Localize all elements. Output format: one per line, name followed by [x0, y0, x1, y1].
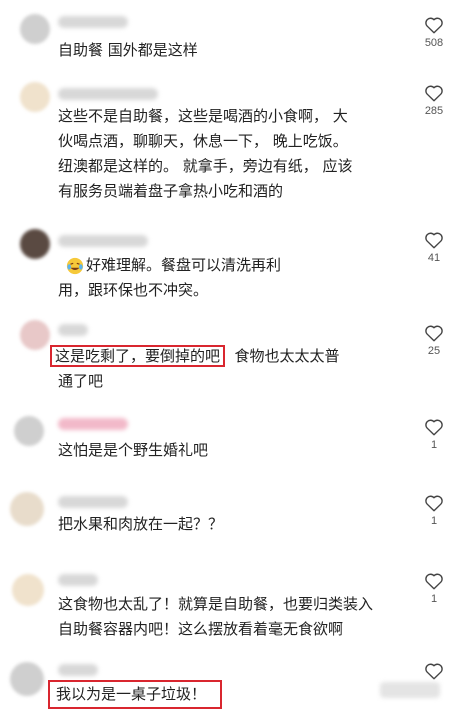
username-blurred[interactable]	[58, 664, 98, 676]
comment-1: 自助餐 国外都是这样 508	[0, 0, 455, 75]
like-button[interactable]: 1	[414, 494, 454, 527]
comment-text: 这怕是是个野生婚礼吧	[58, 441, 209, 459]
username-blurred[interactable]	[58, 324, 88, 336]
heart-outline-icon	[425, 85, 443, 102]
avatar[interactable]	[10, 662, 44, 696]
comment-5: 这怕是是个野生婚礼吧 1	[0, 412, 455, 482]
avatar[interactable]	[20, 229, 50, 259]
like-count: 41	[427, 252, 441, 264]
comment-text: 这是吃剩了，要倒掉的吧 食物也太太太普 通了吧	[50, 344, 410, 394]
like-count: 25	[427, 345, 441, 357]
heart-outline-icon	[425, 17, 443, 34]
comment-text: 自助餐 国外都是这样	[58, 41, 198, 59]
avatar[interactable]	[12, 574, 44, 606]
comment-text: 好难理解。餐盘可以清洗再利 用，跟环保也不冲突。	[58, 256, 282, 299]
heart-outline-icon	[425, 495, 443, 512]
comment-4: 这是吃剩了，要倒掉的吧 食物也太太太普 通了吧 25	[0, 318, 455, 408]
comment-3: 好难理解。餐盘可以清洗再利 用，跟环保也不冲突。 41	[0, 225, 455, 310]
avatar[interactable]	[20, 320, 50, 350]
avatar[interactable]	[20, 82, 50, 112]
like-count: 1	[430, 593, 438, 605]
highlighted-phrase: 我以为是一桌子垃圾！	[48, 680, 223, 709]
comment-text: 我以为是一桌子垃圾！	[48, 680, 278, 709]
like-count: 1	[430, 515, 438, 527]
username-blurred[interactable]	[58, 88, 158, 100]
comment-text: 这些不是自助餐，这些是喝酒的小食啊， 大 伙喝点酒，聊聊天，休息一下， 晚上吃饭…	[58, 107, 353, 200]
heart-outline-icon	[425, 663, 443, 680]
like-count: 1	[430, 439, 438, 451]
like-count: 508	[424, 37, 444, 49]
heart-outline-icon	[425, 232, 443, 249]
heart-outline-icon	[425, 573, 443, 590]
heart-outline-icon	[425, 325, 443, 342]
avatar[interactable]	[20, 14, 50, 44]
username-blurred[interactable]	[58, 16, 128, 28]
comment-7: 这食物也太乱了！就算是自助餐，也要归类装入 自助餐容器内吧！这么摆放看着毫无食欲…	[0, 566, 455, 656]
username-blurred[interactable]	[58, 235, 148, 247]
comment-text: 把水果和肉放在一起？？	[58, 515, 224, 533]
comment-6: 把水果和肉放在一起？？ 1	[0, 488, 455, 558]
heart-outline-icon	[425, 419, 443, 436]
comment-8: 我以为是一桌子垃圾！	[0, 660, 455, 716]
avatar[interactable]	[14, 416, 44, 446]
like-button[interactable]: 25	[414, 324, 454, 357]
like-count: 285	[424, 105, 444, 117]
username-blurred[interactable]	[58, 496, 128, 508]
like-button[interactable]: 41	[414, 231, 454, 264]
redacted-text	[380, 682, 440, 698]
comment-text: 这食物也太乱了！就算是自助餐，也要归类装入 自助餐容器内吧！这么摆放看着毫无食欲…	[58, 595, 374, 638]
crying-laughing-emoji-icon	[66, 257, 84, 274]
highlighted-phrase: 这是吃剩了，要倒掉的吧	[50, 345, 226, 367]
like-button[interactable]: 1	[414, 572, 454, 605]
like-button[interactable]	[414, 662, 454, 680]
like-button[interactable]: 1	[414, 418, 454, 451]
username-blurred[interactable]	[58, 418, 128, 430]
username-blurred[interactable]	[58, 574, 98, 586]
like-button[interactable]: 508	[414, 16, 454, 49]
comment-2: 这些不是自助餐，这些是喝酒的小食啊， 大 伙喝点酒，聊聊天，休息一下， 晚上吃饭…	[0, 78, 455, 218]
like-button[interactable]: 285	[414, 84, 454, 117]
avatar[interactable]	[10, 492, 44, 526]
